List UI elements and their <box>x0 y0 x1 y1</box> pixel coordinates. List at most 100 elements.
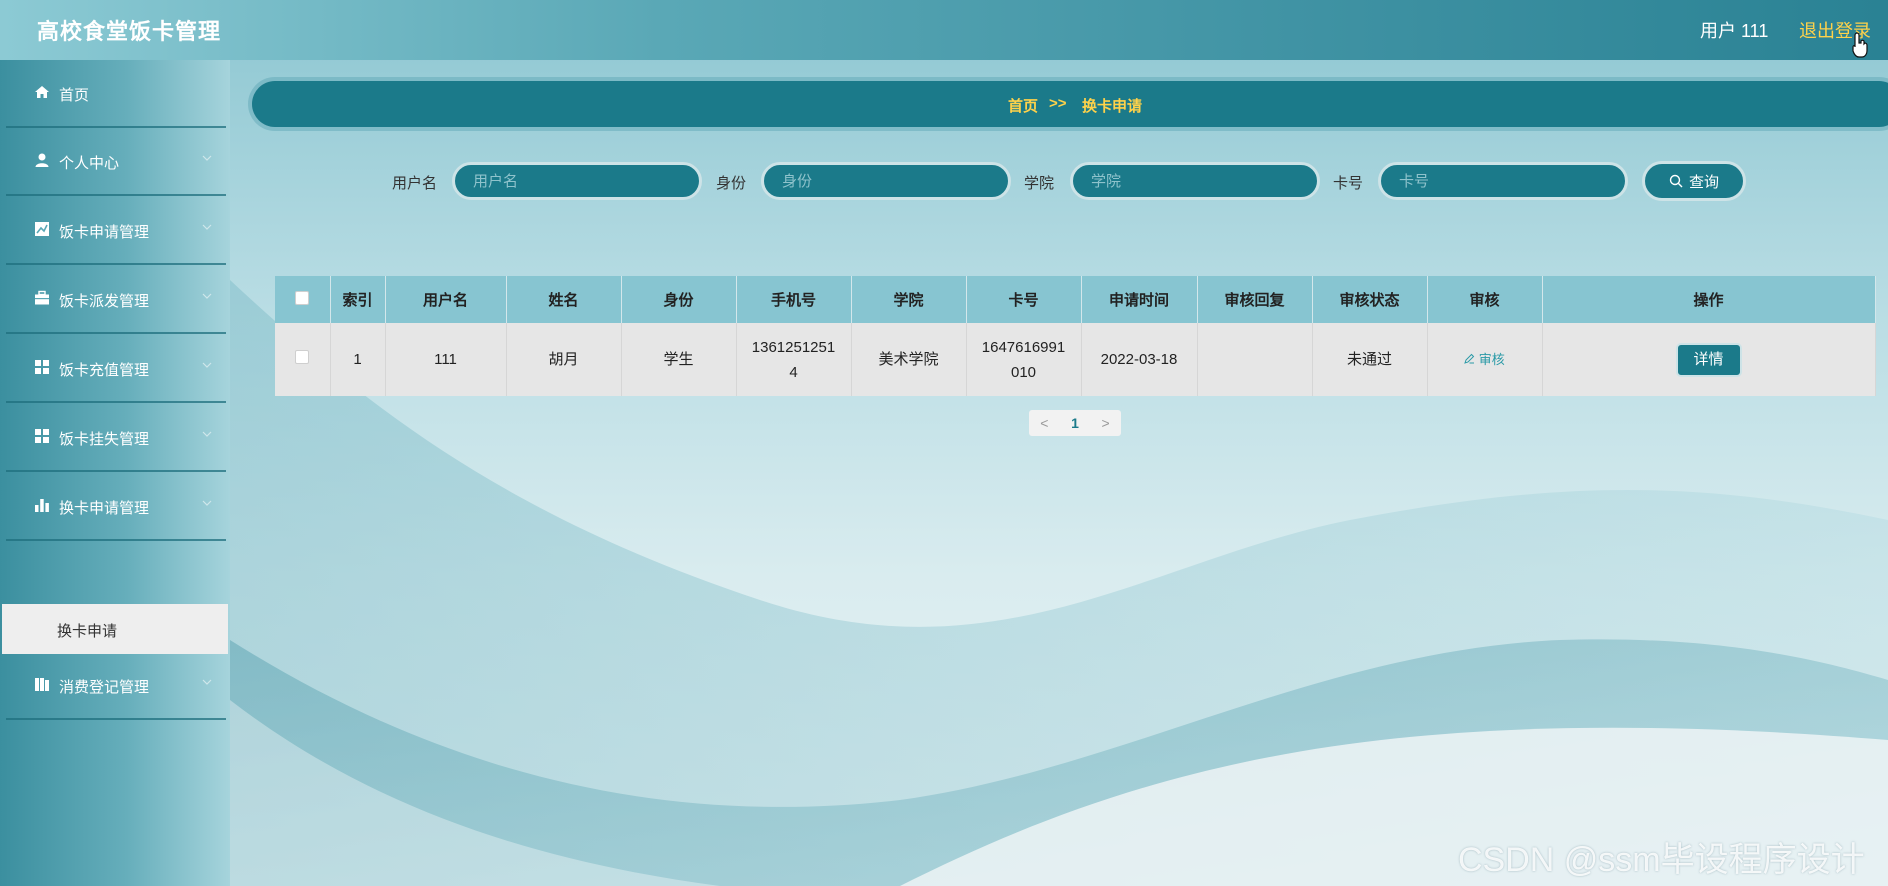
sidebar-item-label: 饭卡申请管理 <box>59 224 150 241</box>
name-cell: 胡月 <box>506 323 622 396</box>
divider <box>6 194 226 196</box>
divider <box>6 332 226 334</box>
identity-label: 身份 <box>716 175 747 192</box>
table-header-row: 索引 用户名 姓名 身份 手机号 学院 卡号 申请时间 审核回复 审核状态 审核… <box>275 276 1876 323</box>
chevron-down-icon <box>202 155 212 161</box>
identity-cell: 学生 <box>621 323 737 396</box>
prev-page-button[interactable]: < <box>1040 415 1048 431</box>
breadcrumb: 首页 >> 换卡申请 <box>252 81 1888 127</box>
row-checkbox[interactable] <box>295 350 310 364</box>
sidebar-item-card-replacement[interactable]: 换卡申请管理 <box>6 473 226 541</box>
sidebar-item-personal-center[interactable]: 个人中心 <box>6 128 226 196</box>
row-select-cell <box>275 323 331 396</box>
index-cell: 1 <box>330 323 386 396</box>
sidebar-item-label: 消费登记管理 <box>59 679 150 696</box>
college-search-input[interactable] <box>1070 162 1320 200</box>
chevron-down-icon <box>202 224 212 230</box>
column-header: 申请时间 <box>1081 276 1198 323</box>
chevron-down-icon <box>202 293 212 299</box>
breadcrumb-current: 换卡申请 <box>1082 98 1143 115</box>
divider <box>6 539 226 541</box>
sidebar-item-label: 首页 <box>59 87 90 104</box>
divider <box>6 718 226 720</box>
sidebar-item-card-recharge[interactable]: 饭卡充值管理 <box>6 335 226 403</box>
column-header: 身份 <box>621 276 737 323</box>
sidebar-item-label: 换卡申请管理 <box>59 500 150 517</box>
sidebar-item-label: 饭卡充值管理 <box>59 362 150 379</box>
column-header: 审核 <box>1427 276 1543 323</box>
apply-time-cell: 2022-03-18 <box>1081 323 1198 396</box>
review-reply-cell <box>1197 323 1313 396</box>
sidebar-item-card-loss[interactable]: 饭卡挂失管理 <box>6 404 226 472</box>
query-button[interactable]: 查询 <box>1642 161 1746 201</box>
college-cell: 美术学院 <box>851 323 967 396</box>
operation-cell: 详情 <box>1542 323 1876 396</box>
card-number-line-2: 010 <box>1010 363 1037 381</box>
column-header: 学院 <box>851 276 967 323</box>
current-user-label: 用户 111 <box>1700 21 1769 41</box>
sidebar-item-label: 饭卡派发管理 <box>59 293 150 310</box>
column-header: 审核状态 <box>1312 276 1428 323</box>
table-row: 1 111 胡月 学生 1361251251 4 美术学院 1647616991… <box>275 323 1876 396</box>
select-all-cell <box>275 276 331 323</box>
user-icon <box>35 153 49 167</box>
breadcrumb-home-link[interactable]: 首页 <box>1008 95 1038 116</box>
review-status-cell: 未通过 <box>1312 323 1428 396</box>
username-cell: 111 <box>385 323 507 396</box>
grid-icon <box>35 360 49 374</box>
college-label: 学院 <box>1024 175 1055 192</box>
review-link[interactable]: 审核 <box>1464 352 1505 367</box>
card-number-label: 卡号 <box>1333 175 1364 192</box>
card-number-search-input[interactable] <box>1378 162 1628 200</box>
sidebar-item-home[interactable]: 首页 <box>6 60 226 128</box>
column-header: 手机号 <box>736 276 852 323</box>
sidebar-subitem-label: 换卡申请 <box>57 623 118 640</box>
watermark: CSDN @ssm毕设程序设计 <box>1458 841 1865 879</box>
chevron-down-icon <box>202 431 212 437</box>
column-header: 索引 <box>330 276 386 323</box>
phone-line-2: 4 <box>789 363 798 381</box>
next-page-button[interactable]: > <box>1102 415 1110 431</box>
sidebar-item-consumption-record[interactable]: 消费登记管理 <box>6 652 226 720</box>
phone-cell: 1361251251 4 <box>736 323 852 396</box>
sidebar-subitem-card-replacement-request[interactable]: 换卡申请 <box>2 604 228 654</box>
background-wave-graphic <box>230 280 1888 886</box>
book-icon <box>35 678 49 691</box>
username-search-input[interactable] <box>452 162 702 200</box>
sidebar-item-label: 饭卡挂失管理 <box>59 431 150 448</box>
divider <box>6 263 226 265</box>
select-all-checkbox[interactable] <box>295 290 310 305</box>
review-link-label: 审核 <box>1478 352 1505 367</box>
top-header: 高校食堂饭卡管理 用户 111 退出登录 <box>0 0 1888 60</box>
sidebar-nav: 首页 个人中心 饭卡申请管理 饭卡派发管理 饭卡充值管理 饭卡挂失管理 换卡申请… <box>0 60 230 886</box>
detail-button[interactable]: 详情 <box>1675 342 1742 377</box>
sidebar-item-card-distribution[interactable]: 饭卡派发管理 <box>6 266 226 334</box>
breadcrumb-separator: >> <box>1049 95 1067 112</box>
divider <box>6 401 226 403</box>
column-header: 卡号 <box>966 276 1082 323</box>
page-number-button[interactable]: 1 <box>1071 415 1079 431</box>
chevron-down-icon <box>202 362 212 368</box>
username-label: 用户名 <box>392 175 438 192</box>
sidebar-item-label: 个人中心 <box>59 155 120 172</box>
card-replacement-table: 索引 用户名 姓名 身份 手机号 学院 卡号 申请时间 审核回复 审核状态 审核… <box>275 276 1876 396</box>
pagination: < 1 > <box>1029 410 1121 436</box>
edit-icon <box>1464 353 1475 364</box>
column-header: 操作 <box>1542 276 1876 323</box>
background-art <box>0 0 1888 886</box>
query-button-label: 查询 <box>1688 173 1719 191</box>
card-number-cell: 1647616991 010 <box>966 323 1082 396</box>
grid-icon <box>35 429 49 443</box>
app-title: 高校食堂饭卡管理 <box>37 19 222 44</box>
chart-icon <box>35 222 49 236</box>
chevron-down-icon <box>202 679 212 685</box>
column-header: 审核回复 <box>1197 276 1313 323</box>
bar-chart-icon <box>35 499 49 512</box>
home-icon <box>35 86 49 98</box>
identity-search-input[interactable] <box>761 162 1011 200</box>
hand-cursor-icon <box>1852 32 1868 58</box>
column-header: 用户名 <box>385 276 507 323</box>
sidebar-item-card-application[interactable]: 饭卡申请管理 <box>6 197 226 265</box>
divider <box>6 470 226 472</box>
column-header: 姓名 <box>506 276 622 323</box>
